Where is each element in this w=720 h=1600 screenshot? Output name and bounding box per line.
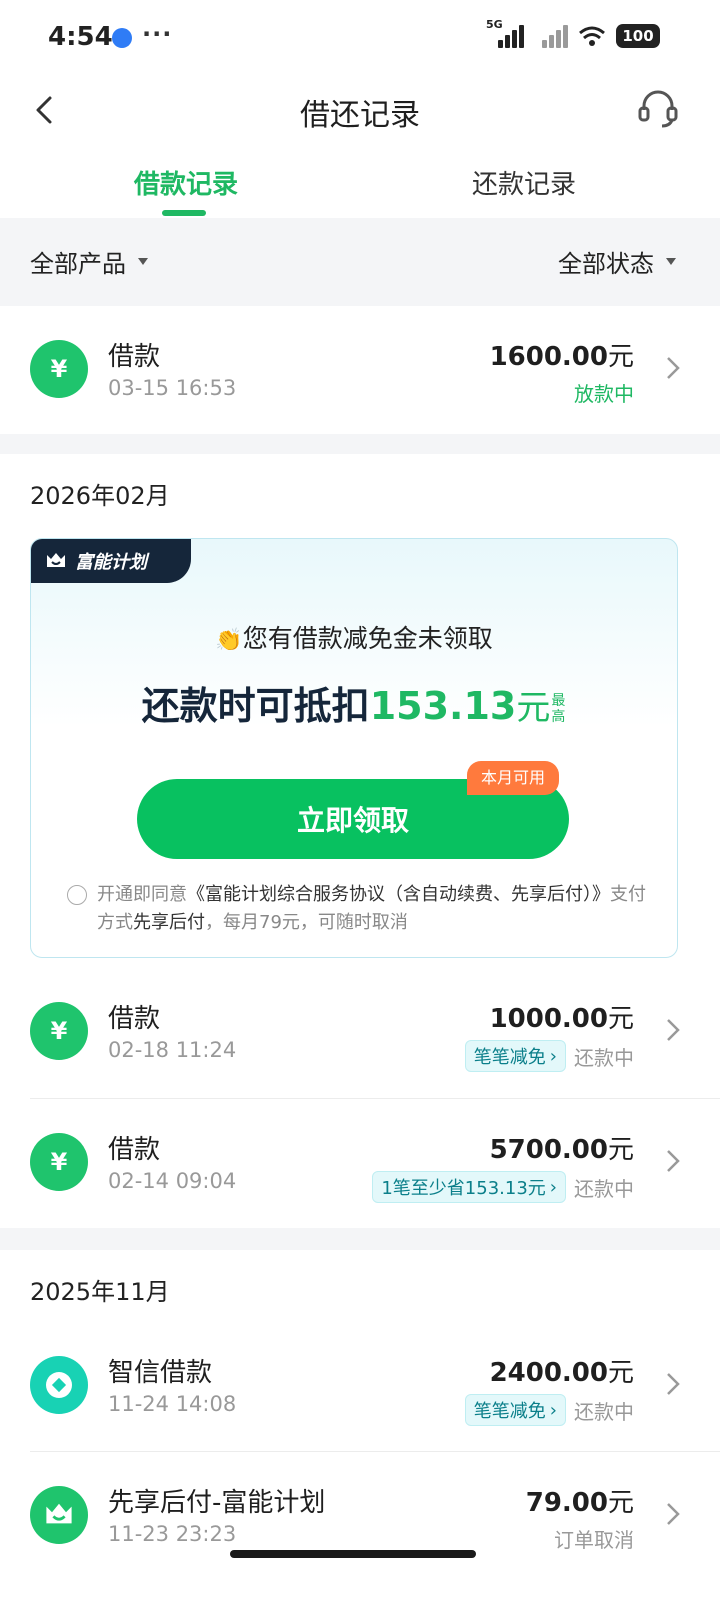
yen-icon: ¥ [30,1133,88,1191]
record-title: 智信借款 [108,1358,213,1388]
product-filter[interactable]: 全部产品 [30,244,148,279]
month-header: 2025年11月 [0,1250,720,1324]
savings-badge[interactable]: 1笔至少省153.13元 › [372,1171,566,1203]
record-title: 先享后付-富能计划 [108,1488,326,1518]
status-indicators: 5G 100 [486,18,660,48]
tab-repay-records[interactable]: 还款记录 [472,164,576,201]
promo-section: 富能计划 👏您有借款减免金未领取 还款时可抵扣153.13元最高 立即领取 本月… [0,528,720,968]
caret-down-icon [666,258,676,265]
record-row[interactable]: ¥ 借款 02-18 11:24 1000.00元 笔笔减免 › 还款中 [0,968,720,1096]
status-filter[interactable]: 全部状态 [558,244,676,279]
chevron-right-icon [667,1019,680,1041]
agreement-link[interactable]: 《富能计划综合服务协议（含自动续费、先享后付）》 [187,884,610,905]
discount-badge[interactable]: 笔笔减免 › [464,1040,566,1072]
available-this-month-badge: 本月可用 [467,761,560,795]
deduct-prefix: 还款时可抵扣 [141,684,370,728]
caret-down-icon [138,258,148,265]
promo-deduct-line: 还款时可抵扣153.13元最高 [31,675,677,730]
customer-service-icon[interactable] [636,86,680,130]
record-amount: 5700.00元 [489,1135,634,1165]
record-status: 笔笔减免 › 还款中 [464,1040,634,1072]
nav-header: 借还记录 [0,80,720,140]
section-gap [0,1228,720,1250]
record-status: 订单取消 [554,1528,634,1552]
record-status: 笔笔减免 › 还款中 [464,1394,634,1426]
record-time: 03-15 16:53 [108,376,237,400]
cell-signal-icon: 5G [486,18,524,48]
crown-icon [30,1486,88,1544]
record-title: 借款 [108,342,161,372]
record-status: 放款中 [574,382,634,406]
deduct-max-label: 最高 [551,692,566,725]
deduct-unit: 元 [516,688,551,728]
page-title: 借还记录 [300,98,420,133]
deduct-amount: 153.13 [369,684,517,728]
cell-signal-2-icon [534,24,568,48]
record-amount: 79.00元 [525,1488,634,1518]
yen-icon: ¥ [30,1002,88,1060]
record-time: 02-14 09:04 [108,1169,237,1193]
app-notification-icon [112,28,132,48]
chevron-right-icon [667,1503,680,1525]
record-status: 1笔至少省153.13元 › 还款中 [372,1171,634,1203]
home-indicator[interactable] [230,1550,476,1558]
network-type-label: 5G [486,18,503,31]
record-time: 11-23 23:23 [108,1522,237,1546]
tab-active-indicator [162,210,206,216]
record-row[interactable]: ¥ 借款 03-15 16:53 1600.00元 放款中 [0,306,720,434]
more-notifications-icon: ··· [142,20,173,48]
promo-headline: 👏您有借款减免金未领取 [31,619,677,655]
record-row[interactable]: 智信借款 11-24 14:08 2400.00元 笔笔减免 › 还款中 [0,1322,720,1450]
promo-headline-text: 您有借款减免金未领取 [242,624,493,653]
tab-borrow-records[interactable]: 借款记录 [134,164,238,201]
chevron-right-icon [667,1150,680,1172]
filter-bar: 全部产品 全部状态 [0,218,720,306]
record-amount: 1600.00元 [489,342,634,372]
agreement: 开通即同意《富能计划综合服务协议（含自动续费、先享后付）》支付方式先享后付，每月… [67,881,647,937]
crown-icon [47,553,65,567]
coin-icon [30,1356,88,1414]
month-header: 2026年02月 [0,454,720,528]
battery-icon: 100 [616,24,660,48]
clap-icon: 👏 [215,628,243,653]
discount-badge[interactable]: 笔笔减免 › [464,1394,566,1426]
section-gap [0,434,720,454]
status-filter-label: 全部状态 [558,250,654,278]
status-bar: 4:54 ··· 5G 100 [0,0,720,80]
product-filter-label: 全部产品 [30,250,126,278]
record-amount: 2400.00元 [489,1358,634,1388]
chevron-right-icon [667,357,680,379]
record-row[interactable]: ¥ 借款 02-14 09:04 5700.00元 1笔至少省153.13元 › … [0,1099,720,1227]
record-row[interactable]: 先享后付-富能计划 11-23 23:23 79.00元 订单取消 [0,1452,720,1580]
agreement-text: 开通即同意《富能计划综合服务协议（含自动续费、先享后付）》支付方式先享后付，每月… [97,884,646,933]
tab-bar: 借款记录 还款记录 [0,150,720,218]
chevron-right-icon [667,1373,680,1395]
record-time: 11-24 14:08 [108,1392,237,1416]
record-amount: 1000.00元 [489,1004,634,1034]
month-label: 2025年11月 [30,1278,170,1306]
promo-tag-label: 富能计划 [75,552,147,573]
promo-tag: 富能计划 [31,539,191,583]
promo-card: 富能计划 👏您有借款减免金未领取 还款时可抵扣153.13元最高 立即领取 本月… [30,538,678,958]
record-title: 借款 [108,1004,161,1034]
month-label: 2026年02月 [30,482,170,510]
status-time: 4:54 [48,22,113,52]
agree-radio[interactable] [67,885,87,905]
yen-icon: ¥ [30,340,88,398]
record-time: 02-18 11:24 [108,1038,237,1062]
wifi-icon [579,26,605,46]
record-title: 借款 [108,1135,161,1165]
